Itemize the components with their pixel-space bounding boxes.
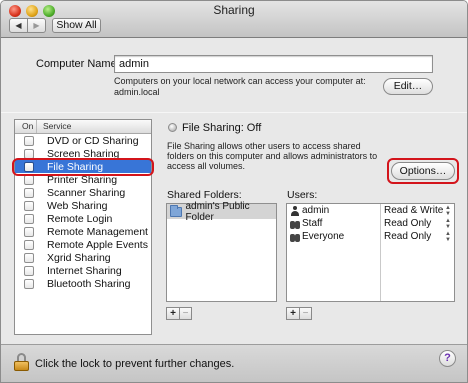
shared-folder-row[interactable]: admin's Public Folder (167, 201, 276, 223)
user-rows: admin Read & Write ▲ ▼ Staff Read Only ▲ ▼ Every… (287, 204, 454, 243)
permission-label: Read Only (384, 218, 432, 229)
service-checkbox[interactable] (24, 265, 34, 276)
service-label: Remote Apple Events (47, 238, 148, 251)
computer-name-note: Computers on your local network can acce… (114, 76, 384, 98)
group-icon (290, 219, 300, 229)
permission-popup[interactable]: Read Only ▲ ▼ (380, 231, 451, 243)
service-label: Web Sharing (47, 199, 108, 212)
service-checkbox[interactable] (24, 213, 34, 224)
computer-name-note-line2: admin.local (114, 87, 160, 97)
help-button[interactable]: ? (439, 350, 456, 367)
users-label: Users: (287, 189, 318, 201)
user-row[interactable]: admin Read & Write ▲ ▼ (287, 204, 454, 217)
popup-arrows-icon: ▲ ▼ (445, 218, 451, 230)
permission-popup[interactable]: Read Only ▲ ▼ (380, 218, 451, 230)
computer-name-note-line1: Computers on your local network can acce… (114, 76, 366, 86)
divider (1, 112, 467, 113)
column-header-on[interactable]: On (15, 120, 37, 133)
shared-folder-label: admin's Public Folder (185, 200, 250, 223)
folder-icon (170, 204, 183, 217)
service-label: Xgrid Sharing (47, 251, 111, 264)
file-sharing-highlight (12, 158, 154, 176)
service-list-header: On Service (15, 120, 151, 134)
service-checkbox[interactable] (24, 174, 34, 185)
service-row[interactable]: DVD or CD Sharing (15, 134, 151, 147)
service-label: Scanner Sharing (47, 186, 126, 199)
service-row[interactable]: Xgrid Sharing (15, 251, 151, 264)
service-checkbox[interactable] (24, 187, 34, 198)
status-indicator-icon (168, 123, 177, 132)
user-name-cell: admin (287, 205, 380, 216)
service-row[interactable]: Bluetooth Sharing (15, 277, 151, 290)
user-row[interactable]: Staff Read Only ▲ ▼ (287, 217, 454, 230)
column-header-service[interactable]: Service (37, 120, 71, 133)
remove-folder-button[interactable]: − (179, 308, 191, 319)
service-row[interactable]: Scanner Sharing (15, 186, 151, 199)
user-name: Staff (302, 218, 323, 229)
service-label: DVD or CD Sharing (47, 134, 139, 147)
user-name-cell: Staff (287, 218, 380, 229)
shared-folders-add-remove: + − (166, 307, 192, 320)
service-row[interactable]: Remote Management (15, 225, 151, 238)
service-checkbox[interactable] (24, 278, 34, 289)
window-title: Sharing (213, 3, 255, 17)
options-highlight (387, 158, 459, 184)
users-list[interactable]: admin Read & Write ▲ ▼ Staff Read Only ▲ ▼ Every… (286, 203, 455, 302)
lock-text: Click the lock to prevent further change… (35, 358, 235, 370)
service-row[interactable]: Remote Apple Events (15, 238, 151, 251)
service-checkbox[interactable] (24, 239, 34, 250)
permission-label: Read Only (384, 231, 432, 242)
service-checkbox[interactable] (24, 148, 34, 159)
service-row[interactable]: Remote Login (15, 212, 151, 225)
back-forward-control: ◀ ▶ (9, 18, 46, 33)
service-label: Bluetooth Sharing (47, 277, 131, 290)
user-name: admin (302, 205, 330, 216)
service-checkbox[interactable] (24, 135, 34, 146)
forward-icon[interactable]: ▶ (27, 19, 45, 32)
service-row[interactable]: Web Sharing (15, 199, 151, 212)
edit-button[interactable]: Edit… (383, 78, 433, 95)
service-label: Remote Management (47, 225, 148, 238)
service-list[interactable]: On Service DVD or CD Sharing Screen Shari… (14, 119, 152, 335)
service-checkbox[interactable] (24, 252, 34, 263)
popup-arrows-icon: ▲ ▼ (445, 205, 451, 217)
service-label: Remote Login (47, 212, 113, 225)
user-name-cell: Everyone (287, 231, 380, 242)
popup-arrows-icon: ▲ ▼ (445, 231, 451, 243)
permission-label: Read & Write (384, 205, 444, 216)
file-sharing-status: File Sharing: Off (182, 122, 262, 134)
remove-user-button[interactable]: − (299, 308, 311, 319)
shared-folders-label: Shared Folders: (167, 189, 242, 201)
user-name: Everyone (302, 231, 345, 242)
lock-body (14, 361, 29, 371)
show-all-button[interactable]: Show All (52, 18, 101, 33)
computer-name-input[interactable] (114, 55, 433, 73)
shared-folder-rows: admin's Public Folder (167, 201, 276, 223)
service-label: Internet Sharing (47, 264, 122, 277)
users-add-remove: + − (286, 307, 312, 320)
service-checkbox[interactable] (24, 226, 34, 237)
add-user-button[interactable]: + (287, 308, 299, 319)
group-icon (290, 232, 300, 242)
file-sharing-description: File Sharing allows other users to acces… (167, 141, 378, 171)
computer-name-label: Computer Name: (36, 58, 120, 70)
sharing-window: Sharing ◀ ▶ Show All Computer Name: Comp… (0, 0, 468, 383)
back-icon[interactable]: ◀ (10, 19, 27, 32)
service-row[interactable]: Internet Sharing (15, 264, 151, 277)
single-user-icon (290, 205, 300, 216)
add-folder-button[interactable]: + (167, 308, 179, 319)
title-bar: Sharing ◀ ▶ Show All (1, 1, 467, 38)
service-checkbox[interactable] (24, 200, 34, 211)
lock-icon[interactable] (14, 353, 29, 371)
permission-popup[interactable]: Read & Write ▲ ▼ (380, 205, 451, 217)
shared-folders-list[interactable]: admin's Public Folder (166, 201, 277, 302)
user-row[interactable]: Everyone Read Only ▲ ▼ (287, 230, 454, 243)
